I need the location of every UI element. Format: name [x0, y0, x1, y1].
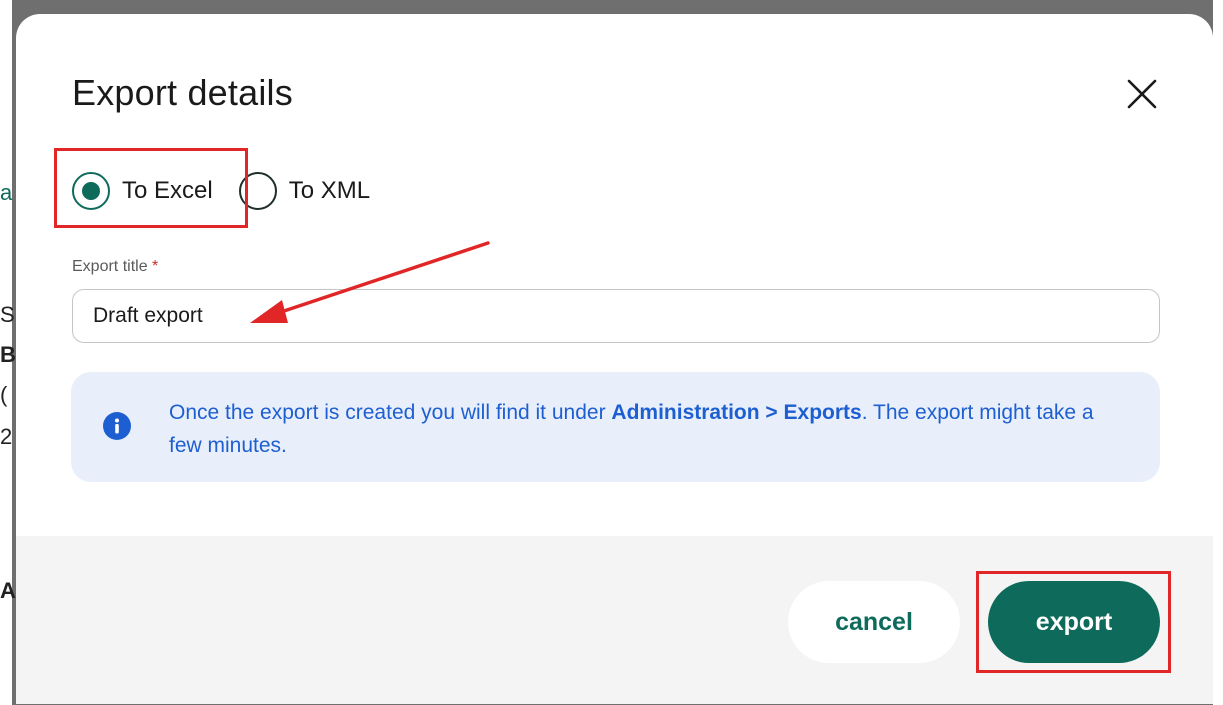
background-text-fragment: 2 — [0, 424, 13, 449]
cancel-button[interactable]: cancel — [788, 581, 960, 663]
background-page-right-edge — [1213, 0, 1223, 705]
background-text-fragment: S — [0, 302, 15, 327]
export-title-label-text: Export title — [72, 258, 148, 275]
export-title-input[interactable] — [72, 289, 1160, 343]
radio-option-xml[interactable]: To XML — [238, 172, 371, 210]
export-title-label: Export title * — [72, 258, 158, 276]
info-text-location: Administration > Exports — [611, 401, 862, 424]
info-banner: Once the export is created you will find… — [71, 372, 1160, 482]
required-marker: * — [152, 258, 159, 275]
close-icon — [1127, 79, 1157, 109]
dialog-title: Export details — [72, 72, 293, 113]
info-text-before: Once the export is created you will find… — [169, 401, 612, 424]
dialog-footer: cancel export — [16, 536, 1213, 704]
background-text-fragment: a — [0, 180, 13, 205]
background-text-fragment: B — [0, 342, 16, 367]
export-details-dialog: Export details To Excel To XML Export ti… — [16, 14, 1213, 704]
close-button[interactable] — [1120, 72, 1164, 116]
annotation-highlight-export — [976, 571, 1171, 673]
info-icon — [103, 412, 131, 440]
annotation-highlight-excel — [54, 148, 248, 228]
background-text-fragment: ( — [0, 382, 8, 407]
info-message: Once the export is created you will find… — [169, 396, 1109, 462]
background-text-fragment: A — [0, 578, 16, 603]
radio-label-xml: To XML — [288, 177, 371, 204]
